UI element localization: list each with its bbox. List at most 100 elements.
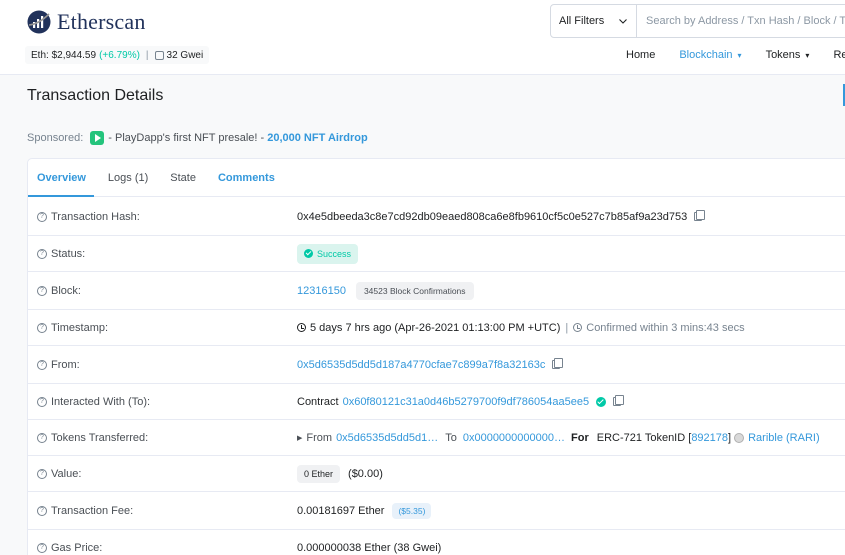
nav-home[interactable]: Home	[626, 49, 655, 61]
tab-comments[interactable]: Comments	[210, 159, 283, 197]
row-from: ? From: 0x5d6535d5dd5d187a4770cfae7c899a7…	[28, 346, 845, 384]
help-icon[interactable]: ?	[37, 322, 47, 333]
gas-price-link[interactable]: 32 Gwei	[167, 50, 204, 61]
caret-right-icon: ▶	[297, 434, 303, 442]
verified-check-icon	[596, 396, 607, 407]
label-text: Tokens Transferred:	[51, 431, 149, 444]
value-status: Success	[297, 243, 359, 264]
fee-usd-badge: ($5.35)	[392, 502, 432, 519]
tab-state-label: State	[170, 172, 196, 184]
confirmed-within-text: Confirmed within 3 mins:43 secs	[586, 321, 745, 334]
label-tokens-transferred: ? Tokens Transferred:	[37, 432, 148, 444]
row-transaction-hash: ? Transaction Hash: 0x4e5dbeeda3c8e7cd92d…	[28, 198, 845, 236]
label-block: ? Block:	[37, 285, 81, 297]
copy-icon[interactable]	[694, 210, 706, 221]
transaction-card: Overview Logs (1) State Comments ? Transa…	[27, 158, 845, 555]
tt-from-label: From	[306, 431, 333, 444]
contract-address-link[interactable]: 0x60f80121c31a0d46b5279700f9df786054aa5e…	[343, 396, 590, 408]
nav-blockchain-label: Blockchain	[679, 49, 733, 61]
tab-logs[interactable]: Logs (1)	[100, 159, 156, 197]
help-icon[interactable]: ?	[37, 432, 47, 443]
row-block: ? Block: 12316150 34523 Block Confirmatio…	[28, 272, 845, 310]
row-transaction-fee: ? Transaction Fee: 0.00181697 Ether ($5.3…	[28, 492, 845, 530]
gas-pump-icon	[154, 50, 164, 60]
label-text: From:	[51, 358, 80, 371]
tt-token-name-link[interactable]: Rarible (RARI)	[748, 432, 820, 444]
timer-icon	[573, 323, 583, 332]
sponsored-message: - PlayDapp's first NFT presale! -	[108, 132, 265, 144]
sponsored-link[interactable]: 20,000 NFT Airdrop	[267, 132, 367, 144]
timestamp-text: 5 days 7 hrs ago (Apr-26-2021 01:13:00 P…	[310, 321, 561, 334]
nav-tokens-label: Tokens	[765, 49, 801, 61]
label-transaction-fee: ? Transaction Fee:	[37, 505, 133, 517]
chevron-down-icon	[619, 18, 627, 24]
rarible-token-icon	[734, 432, 745, 443]
label-text: Interacted With (To):	[51, 395, 151, 408]
filter-label: All Filters	[559, 15, 605, 27]
value-timestamp: 5 days 7 hrs ago (Apr-26-2021 01:13:00 P…	[297, 322, 745, 334]
search-filter-select[interactable]: All Filters	[551, 5, 637, 37]
value-block: 12316150 34523 Block Confirmations	[297, 281, 474, 300]
tt-from-address-link[interactable]: 0x5d6535d5dd5d1…	[336, 432, 438, 444]
transaction-hash: 0x4e5dbeeda3c8e7cd92db09eaed808ca6e8fb96…	[297, 210, 688, 223]
help-icon[interactable]: ?	[37, 359, 47, 370]
tt-token-id-link[interactable]: 892178	[691, 432, 728, 444]
label-text: Status:	[51, 247, 86, 260]
tab-overview[interactable]: Overview	[29, 159, 94, 197]
sponsored-banner: Sponsored: - PlayDapp's first NFT presal…	[27, 131, 368, 145]
row-timestamp: ? Timestamp: 5 days 7 hrs ago (Apr-26-202…	[28, 310, 845, 346]
nav-home-label: Home	[626, 49, 656, 61]
block-number-link[interactable]: 12316150	[297, 285, 346, 297]
nav-blockchain[interactable]: Blockchain ▾	[679, 49, 741, 61]
value-from: 0x5d6535d5dd5d187a4770cfae7c899a7f8a3216…	[297, 358, 564, 371]
etherscan-logo[interactable]: Etherscan	[27, 9, 146, 35]
search-input[interactable]	[637, 5, 845, 37]
tab-bar: Overview Logs (1) State Comments	[28, 159, 845, 197]
header: Etherscan Eth: $2,944.59 (+6.79%) | 32 G…	[0, 0, 845, 75]
nav-tokens[interactable]: Tokens ▾	[766, 49, 810, 61]
contract-prefix: Contract	[297, 395, 339, 408]
status-text: Success	[317, 248, 352, 259]
from-address-link[interactable]: 0x5d6535d5dd5d187a4770cfae7c899a7f8a3216…	[297, 359, 545, 371]
help-icon[interactable]: ?	[37, 211, 47, 222]
fee-amount: 0.00181697 Ether	[297, 504, 385, 517]
copy-icon[interactable]	[613, 395, 625, 406]
value-usd: ($0.00)	[348, 467, 383, 480]
chevron-down-icon: ▾	[805, 50, 810, 60]
page-title: Transaction Details	[27, 87, 164, 104]
help-icon[interactable]: ?	[37, 543, 47, 553]
help-icon[interactable]: ?	[37, 396, 47, 407]
timestamp-divider: |	[565, 321, 569, 334]
label-value: ? Value:	[37, 468, 81, 480]
help-icon[interactable]: ?	[37, 505, 47, 516]
help-icon[interactable]: ?	[37, 285, 47, 296]
eth-price-change: (+6.79%)	[99, 49, 140, 61]
label-gas-price: ? Gas Price:	[37, 542, 102, 554]
eth-price-bar: Eth: $2,944.59 (+6.79%) | 32 Gwei	[25, 46, 210, 64]
tt-for-label: For	[571, 431, 589, 444]
nav-resources-label: Re	[833, 49, 845, 61]
tt-standard: ERC-721 TokenID [	[596, 431, 692, 444]
row-value: ? Value: 0 Ether ($0.00)	[28, 456, 845, 492]
help-icon[interactable]: ?	[37, 468, 47, 479]
main-nav: Home Blockchain ▾ Tokens ▾ Re	[626, 49, 845, 61]
copy-icon[interactable]	[552, 358, 564, 369]
tt-to-address-link[interactable]: 0x0000000000000…	[463, 432, 565, 444]
value-value: 0 Ether ($0.00)	[297, 464, 383, 483]
tt-bracket-close: ]	[728, 431, 732, 444]
playdapp-icon	[90, 131, 105, 145]
tab-overview-label: Overview	[37, 172, 86, 184]
tab-logs-label: Logs (1)	[107, 172, 149, 184]
help-icon[interactable]: ?	[37, 248, 47, 259]
gas-price-text: 0.000000038 Ether (38 Gwei)	[297, 542, 442, 554]
row-gas-price: ? Gas Price: 0.000000038 Ether (38 Gwei)	[28, 530, 845, 555]
row-tokens-transferred: ? Tokens Transferred: ▶ From 0x5d6535d5dd…	[28, 420, 845, 456]
value-tokens-transferred: ▶ From 0x5d6535d5dd5d1… To 0x00000000000…	[297, 432, 820, 444]
label-interacted-with: ? Interacted With (To):	[37, 396, 150, 408]
tab-state[interactable]: State	[162, 159, 204, 197]
sponsored-label: Sponsored:	[27, 132, 84, 144]
nav-resources[interactable]: Re	[833, 49, 845, 61]
clock-icon	[297, 323, 306, 332]
label-from: ? From:	[37, 359, 80, 371]
logo-text: Etherscan	[57, 9, 146, 34]
